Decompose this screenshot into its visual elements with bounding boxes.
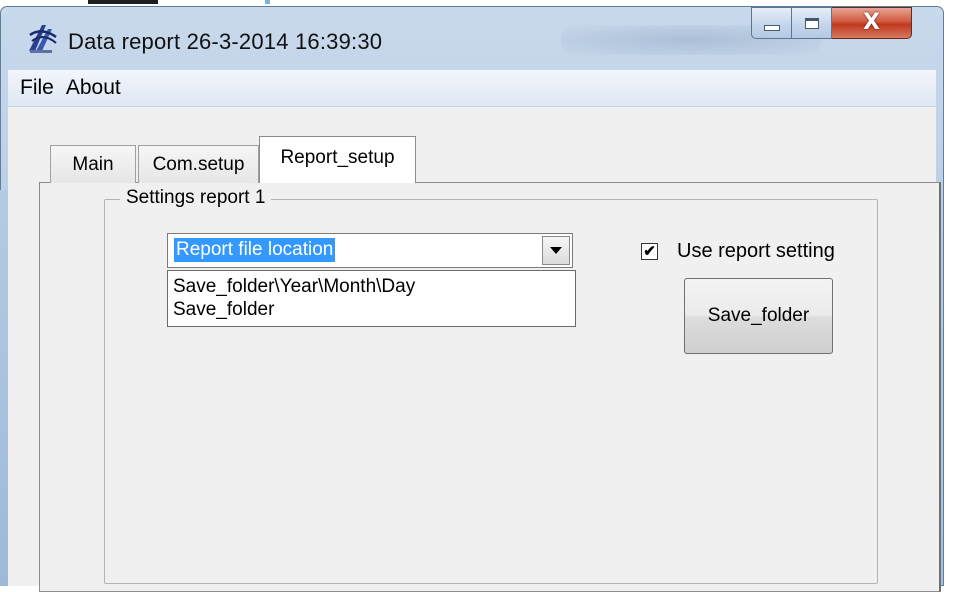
combo-selected-value: Report file location: [174, 238, 336, 262]
tab-report-setup[interactable]: Report_setup: [259, 136, 416, 183]
tab-main[interactable]: Main: [50, 145, 136, 183]
app-logo-icon[interactable]: [26, 21, 60, 55]
dropdown-option-year-month-day[interactable]: Save_folder\Year\Month\Day: [168, 275, 575, 298]
top-edge-dark-segment: [88, 0, 158, 4]
window-title: Data report 26-3-2014 16:39:30: [68, 29, 383, 54]
caption-buttons: X: [751, 7, 912, 41]
maximize-icon: [804, 17, 819, 29]
report-location-combo[interactable]: Report file location: [167, 233, 573, 268]
combo-dropdown-list: Save_folder\Year\Month\Day Save_folder: [167, 270, 576, 327]
chevron-down-icon: [550, 247, 562, 254]
top-edge-blue-segment: [265, 0, 270, 4]
settings-group-title: Settings report 1: [120, 187, 272, 209]
dropdown-option-save-folder[interactable]: Save_folder: [168, 298, 575, 321]
tab-com-setup[interactable]: Com.setup: [138, 145, 259, 183]
close-icon: X: [863, 10, 880, 35]
use-report-setting-checkbox[interactable]: ✔: [641, 243, 658, 260]
maximize-button[interactable]: [792, 7, 832, 39]
menu-file[interactable]: File: [8, 76, 64, 100]
menu-bar: File About: [8, 70, 936, 107]
combo-dropdown-button[interactable]: [542, 236, 570, 265]
close-button[interactable]: X: [832, 7, 912, 39]
minimize-button[interactable]: [751, 7, 792, 39]
menu-about[interactable]: About: [64, 76, 131, 100]
use-report-setting-row: ✔ Use report setting: [641, 240, 835, 263]
title-bar[interactable]: Data report 26-3-2014 16:39:30 X: [1, 7, 943, 75]
save-folder-button[interactable]: Save_folder: [684, 278, 833, 354]
minimize-icon: [763, 25, 780, 31]
use-report-setting-label[interactable]: Use report setting: [677, 240, 835, 263]
